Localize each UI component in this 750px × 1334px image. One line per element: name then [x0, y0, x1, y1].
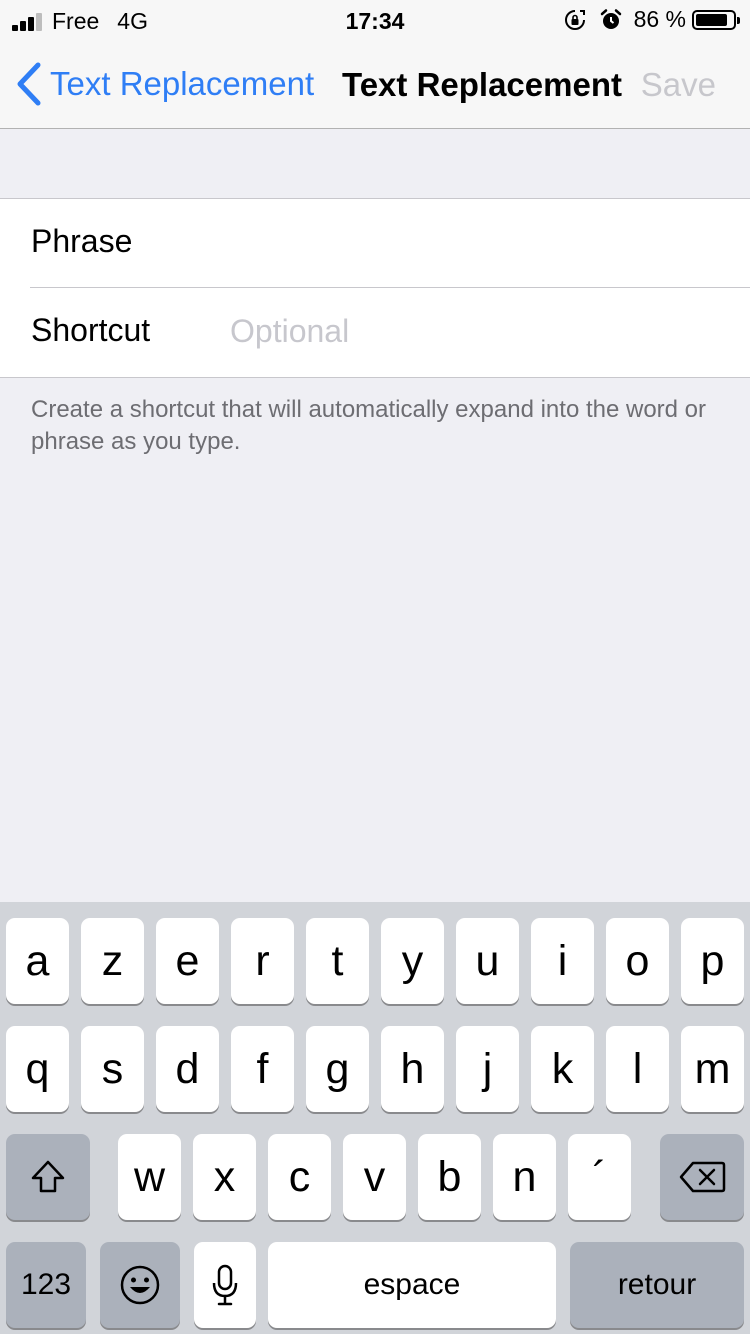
key-o[interactable]: o	[606, 918, 669, 1004]
key-r[interactable]: r	[231, 918, 294, 1004]
keyboard: azertyuiop qsdfghjklm wxcvbn´ 123	[0, 902, 750, 1334]
battery-percent: 86 %	[633, 6, 686, 32]
status-right: 86 %	[562, 6, 740, 33]
form-footnote: Create a shortcut that will automaticall…	[31, 396, 707, 455]
key-n[interactable]: n	[493, 1134, 556, 1220]
key-g[interactable]: g	[306, 1026, 369, 1112]
key-k[interactable]: k	[531, 1026, 594, 1112]
key-i[interactable]: i	[531, 918, 594, 1004]
emoji-icon	[120, 1265, 160, 1305]
emoji-key[interactable]	[100, 1242, 180, 1328]
navigation-bar: Text Replacement Text Replacement Save	[0, 40, 750, 129]
key-w[interactable]: w	[118, 1134, 181, 1220]
key-v[interactable]: v	[343, 1134, 406, 1220]
back-button-label: Text Replacement	[50, 65, 315, 102]
key-f[interactable]: f	[231, 1026, 294, 1112]
return-key[interactable]: retour	[570, 1242, 744, 1328]
phrase-input[interactable]	[230, 217, 710, 267]
alarm-icon	[598, 7, 624, 33]
key-q[interactable]: q	[6, 1026, 69, 1112]
shortcut-input[interactable]	[230, 306, 710, 356]
phrase-row[interactable]: Phrase	[0, 199, 750, 288]
key-d[interactable]: d	[156, 1026, 219, 1112]
microphone-icon	[212, 1264, 238, 1306]
delete-icon	[679, 1161, 726, 1193]
page-title: Text Replacement	[342, 66, 622, 103]
key-t[interactable]: t	[306, 918, 369, 1004]
chevron-left-icon	[17, 62, 41, 106]
shortcut-label: Shortcut	[31, 312, 151, 348]
key-b[interactable]: b	[418, 1134, 481, 1220]
key-h[interactable]: h	[381, 1026, 444, 1112]
key-p[interactable]: p	[681, 918, 744, 1004]
key-a[interactable]: a	[6, 918, 69, 1004]
space-key[interactable]: espace	[268, 1242, 556, 1328]
key-acute-accent[interactable]: ´	[568, 1134, 631, 1220]
key-l[interactable]: l	[606, 1026, 669, 1112]
key-z[interactable]: z	[81, 918, 144, 1004]
numbers-key[interactable]: 123	[6, 1242, 86, 1328]
shift-key[interactable]	[6, 1134, 90, 1220]
phrase-label: Phrase	[31, 223, 133, 259]
key-j[interactable]: j	[456, 1026, 519, 1112]
text-replacement-form: Phrase Shortcut	[0, 198, 750, 378]
key-u[interactable]: u	[456, 918, 519, 1004]
shift-icon	[31, 1160, 65, 1193]
key-y[interactable]: y	[381, 918, 444, 1004]
key-m[interactable]: m	[681, 1026, 744, 1112]
status-bar: Free 4G 17:34 86 %	[0, 0, 750, 40]
dictation-key[interactable]	[194, 1242, 256, 1328]
rotation-lock-icon	[562, 7, 588, 33]
shortcut-row[interactable]: Shortcut	[0, 288, 750, 377]
save-button[interactable]: Save	[641, 66, 716, 104]
delete-key[interactable]	[660, 1134, 744, 1220]
key-x[interactable]: x	[193, 1134, 256, 1220]
back-button[interactable]: Text Replacement	[16, 62, 314, 106]
screen: Free 4G 17:34 86 % Text Replacement Text…	[0, 0, 750, 1334]
key-s[interactable]: s	[81, 1026, 144, 1112]
key-e[interactable]: e	[156, 918, 219, 1004]
key-c[interactable]: c	[268, 1134, 331, 1220]
battery-icon	[692, 9, 740, 30]
